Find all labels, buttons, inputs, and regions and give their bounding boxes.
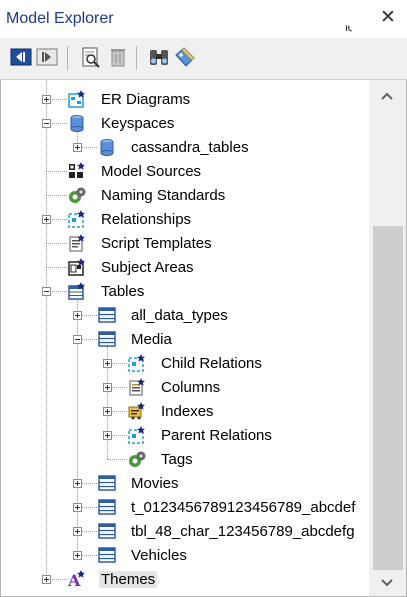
table-icon — [98, 475, 116, 491]
naming-standards-icon — [69, 187, 86, 203]
expand-plus-icon[interactable] — [73, 503, 82, 512]
expand-plus-icon[interactable] — [103, 359, 112, 368]
tree-item-label: tbl_48_char_123456789_abcdefg — [131, 523, 355, 540]
script-template-icon — [69, 234, 85, 252]
vertical-scrollbar[interactable] — [369, 80, 406, 596]
tree-item-label: Tags — [161, 451, 193, 468]
expand-plus-icon[interactable] — [42, 575, 51, 584]
expand-plus-icon[interactable] — [103, 407, 112, 416]
scroll-up-arrow-icon[interactable] — [379, 90, 395, 102]
tree-item-label: Tables — [101, 283, 145, 300]
expand-plus-icon[interactable] — [73, 527, 82, 536]
tree-item-label: Subject Areas — [101, 259, 194, 276]
tree-item-label: Script Templates — [101, 235, 212, 252]
tree-item-label: Movies — [131, 475, 179, 492]
model-tree: ER Diagrams Keyspaces cassandra_tables Mode… — [0, 80, 407, 597]
toolbar-separator — [67, 46, 68, 70]
relationship-icon — [68, 210, 85, 228]
table-icon — [98, 499, 116, 515]
tree-connector-line — [46, 243, 67, 244]
relationship-icon — [128, 426, 145, 444]
tree-item-label: Naming Standards — [101, 187, 226, 204]
tree-connector-line — [107, 459, 127, 460]
expand-plus-icon[interactable] — [73, 479, 82, 488]
move-previous-icon[interactable] — [10, 46, 32, 68]
relationship-icon — [128, 354, 145, 372]
delete-icon[interactable] — [107, 46, 129, 68]
expand-plus-icon[interactable] — [103, 431, 112, 440]
model-sources-icon — [69, 162, 85, 178]
table-icon — [98, 307, 116, 323]
toolbar-separator — [136, 46, 137, 70]
keyspace-cylinder-icon — [70, 115, 84, 132]
tree-connector-line — [46, 195, 67, 196]
collapse-minus-icon[interactable] — [42, 287, 51, 296]
scrollbar-thumb[interactable] — [373, 226, 403, 570]
tree-item-label: Child Relations — [161, 355, 262, 372]
tree-item-label: ER Diagrams — [101, 91, 191, 108]
tag-gear-icon — [129, 451, 146, 467]
er-diagram-icon — [68, 90, 85, 108]
keyspace-cylinder-icon — [100, 139, 114, 156]
tree-item-label: cassandra_tables — [131, 139, 249, 156]
binoculars-icon[interactable] — [148, 46, 170, 68]
expand-plus-icon[interactable] — [42, 95, 51, 104]
tree-item-label: Media — [131, 331, 172, 348]
tree-connector-line — [46, 80, 47, 579]
tree-item-label: t_0123456789123456789_abcdef — [131, 499, 356, 516]
tree-item-label: Model Sources — [101, 163, 202, 180]
expand-plus-icon[interactable] — [73, 311, 82, 320]
tree-item-label: all_data_types — [131, 307, 228, 324]
tree-item-label: Relationships — [101, 211, 192, 228]
tree-item-label: Keyspaces — [101, 115, 175, 132]
scroll-down-arrow-icon[interactable] — [379, 577, 395, 589]
table-icon — [98, 331, 116, 347]
expand-plus-icon[interactable] — [73, 143, 82, 152]
expand-plus-icon[interactable] — [103, 383, 112, 392]
panel-title: Model Explorer — [6, 10, 114, 27]
tag-icon[interactable] — [174, 46, 196, 68]
find-icon[interactable] — [80, 46, 102, 68]
index-icon — [128, 402, 145, 420]
tree-item-label: Parent Relations — [161, 427, 272, 444]
tree-item-label: Themes — [99, 571, 158, 588]
columns-icon — [129, 378, 145, 396]
close-icon[interactable]: ✕ — [380, 6, 396, 29]
tables-folder-icon — [68, 282, 85, 300]
tree-item-label: Indexes — [161, 403, 214, 420]
subject-area-icon — [68, 258, 85, 276]
tree-connector-line — [46, 267, 67, 268]
collapse-minus-icon[interactable] — [42, 119, 51, 128]
expand-plus-icon[interactable] — [42, 215, 51, 224]
table-icon — [98, 547, 116, 563]
tree-item-label: Columns — [161, 379, 221, 396]
themes-icon: A — [67, 570, 85, 589]
tree-item-label: Vehicles — [131, 547, 187, 564]
collapse-minus-icon[interactable] — [73, 335, 82, 344]
table-icon — [98, 523, 116, 539]
move-next-icon[interactable] — [36, 46, 58, 68]
expand-plus-icon[interactable] — [73, 551, 82, 560]
panel-title-bar: Model Explorer ᩪ ✕ — [0, 0, 407, 39]
explorer-toolbar — [0, 38, 407, 80]
tree-connector-line — [46, 171, 67, 172]
